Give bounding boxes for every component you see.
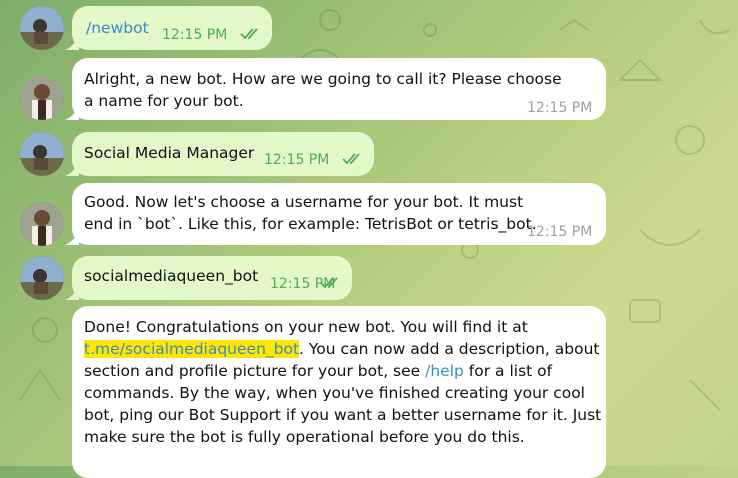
read-checkmarks-icon (320, 277, 338, 289)
bot-avatar[interactable] (20, 202, 64, 246)
avatar-photo-icon (20, 6, 64, 50)
message-bubble[interactable]: Alright, a new bot. How are we going to … (65, 58, 606, 120)
message-time: 12:15 PM (162, 27, 228, 43)
message-text: Done! Congratulations on your new bot. Y… (84, 316, 604, 448)
text-line: Done! Congratulations on your new bot. Y… (84, 318, 528, 336)
bubble-tail (65, 34, 79, 50)
user-avatar[interactable] (20, 6, 64, 50)
message-text: Alright, a new bot. How are we going to … (84, 70, 562, 110)
avatar-photo-icon (20, 202, 64, 246)
help-command-link[interactable]: /help (425, 362, 464, 380)
text-line: bot, ping our Bot Support if you want a … (84, 406, 602, 424)
text-line: commands. By the way, when you've finish… (84, 384, 585, 402)
message-time: 12:15 PM (264, 152, 330, 168)
message-bubble[interactable]: /newbot 12:15 PM (65, 6, 272, 50)
message-bubble[interactable]: Good. Now let's choose a username for yo… (65, 183, 606, 245)
user-avatar[interactable] (20, 132, 64, 176)
bot-avatar[interactable] (20, 76, 64, 120)
read-checkmarks-icon (342, 153, 360, 165)
message-bubble[interactable]: Done! Congratulations on your new bot. Y… (72, 306, 606, 478)
message-time: 12:15 PM (527, 100, 593, 116)
command-link[interactable]: /newbot (86, 17, 149, 39)
message-text: socialmediaqueen_bot (84, 267, 259, 285)
message-text: Good. Now let's choose a username for yo… (84, 193, 537, 233)
avatar-photo-icon (20, 256, 64, 300)
text-line: t.me/socialmediaqueen_bot. You can now a… (84, 338, 604, 360)
message-time: 12:15 PM (527, 224, 593, 240)
message-text: Social Media Manager (84, 144, 255, 162)
message-bubble[interactable]: Social Media Manager 12:15 PM (65, 132, 374, 176)
message-bubble[interactable]: socialmediaqueen_bot 12:15 PM (65, 256, 352, 300)
bubble-tail (65, 229, 79, 245)
text-line: section and profile picture for your bot… (84, 360, 604, 382)
text-span: for a list of (463, 362, 553, 380)
text-span: . You can now add a description, about (299, 340, 600, 358)
bubble-tail (65, 160, 79, 176)
user-avatar[interactable] (20, 256, 64, 300)
read-checkmarks-icon (240, 28, 258, 40)
avatar-photo-icon (20, 132, 64, 176)
bubble-tail (65, 104, 79, 120)
text-line: make sure the bot is fully operational b… (84, 428, 525, 446)
bubble-tail (65, 284, 79, 300)
bot-link[interactable]: t.me/socialmediaqueen_bot (84, 340, 300, 358)
text-span: section and profile picture for your bot… (84, 362, 426, 380)
avatar-photo-icon (20, 76, 64, 120)
